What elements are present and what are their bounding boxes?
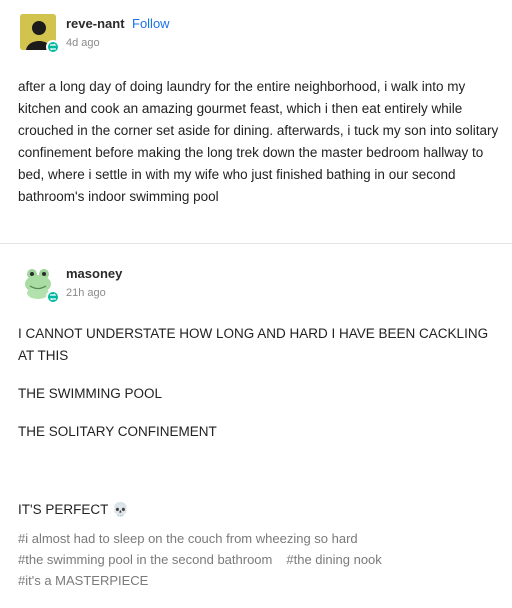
tag-link[interactable]: #it's a MASTERPIECE — [18, 573, 148, 588]
post-text: after a long day of doing laundry for th… — [18, 79, 499, 204]
post-paragraph-text: IT'S PERFECT — [18, 502, 109, 517]
tag-link[interactable]: #i almost had to sleep on the couch from… — [18, 531, 358, 546]
post-body: I CANNOT UNDERSTATE HOW LONG AND HARD I … — [18, 323, 500, 521]
post-reve-nant: reve-nant Follow 4d ago after a long day… — [0, 0, 512, 243]
tag-link[interactable]: #the swimming pool in the second bathroo… — [18, 552, 272, 567]
timestamp: 4d ago — [66, 37, 100, 49]
post-paragraph-final: IT'S PERFECT 💀 — [18, 499, 500, 521]
tag-list: #i almost had to sleep on the couch from… — [18, 528, 498, 591]
avatar[interactable] — [20, 264, 60, 304]
post-paragraph: I CANNOT UNDERSTATE HOW LONG AND HARD I … — [18, 326, 489, 363]
timestamp: 21h ago — [66, 287, 106, 299]
post-body: after a long day of doing laundry for th… — [18, 76, 500, 208]
post-paragraph: THE SOLITARY CONFINEMENT — [18, 424, 217, 439]
follow-button[interactable]: Follow — [132, 16, 170, 31]
post-paragraph: THE SWIMMING POOL — [18, 386, 163, 401]
skull-emoji: 💀 — [112, 502, 130, 517]
online-badge-icon — [46, 290, 60, 304]
avatar[interactable] — [20, 14, 60, 54]
tag-link[interactable]: #the dining nook — [286, 552, 381, 567]
username[interactable]: reve-nant — [66, 16, 125, 31]
username[interactable]: masoney — [66, 266, 122, 281]
online-badge-icon — [46, 40, 60, 54]
